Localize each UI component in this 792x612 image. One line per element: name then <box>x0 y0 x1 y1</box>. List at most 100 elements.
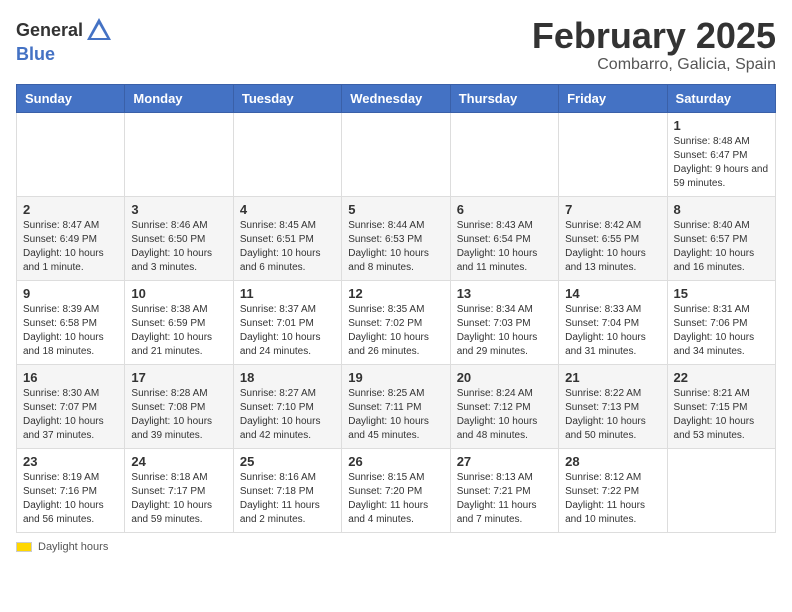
calendar-cell: 17 Sunrise: 8:28 AM Sunset: 7:08 PM Dayli… <box>125 364 233 448</box>
calendar-cell <box>17 112 125 196</box>
daylight-label: Daylight hours <box>38 541 108 553</box>
calendar-week-row: 23Sunrise: 8:19 AM Sunset: 7:16 PM Dayli… <box>17 448 776 532</box>
calendar-cell: 6 Sunrise: 8:43 AM Sunset: 6:54 PM Daylig… <box>450 196 558 280</box>
calendar-cell: 10Sunrise: 8:38 AM Sunset: 6:59 PM Dayli… <box>125 280 233 364</box>
day-info: Sunrise: 8:16 AM Sunset: 7:18 PM Dayligh… <box>240 471 335 527</box>
calendar-cell: 13 Sunrise: 8:34 AM Sunset: 7:03 PM Dayli… <box>450 280 558 364</box>
calendar-header-monday: Monday <box>125 84 233 112</box>
calendar-cell: 11 Sunrise: 8:37 AM Sunset: 7:01 PM Dayli… <box>233 280 341 364</box>
day-number: 10 <box>131 286 226 301</box>
day-number: 5 <box>348 202 443 217</box>
day-number: 17 <box>131 370 226 385</box>
day-number: 2 <box>23 202 118 217</box>
day-number: 15 <box>674 286 769 301</box>
day-number: 20 <box>457 370 552 385</box>
calendar-cell: 28 Sunrise: 8:12 AM Sunset: 7:22 PM Dayli… <box>559 448 667 532</box>
day-info: Sunrise: 8:28 AM Sunset: 7:08 PM Dayligh… <box>131 387 226 443</box>
day-number: 16 <box>23 370 118 385</box>
calendar-cell: 12 Sunrise: 8:35 AM Sunset: 7:02 PM Dayli… <box>342 280 450 364</box>
calendar-week-row: 16 Sunrise: 8:30 AM Sunset: 7:07 PM Dayli… <box>17 364 776 448</box>
day-info: Sunrise: 8:12 AM Sunset: 7:22 PM Dayligh… <box>565 471 660 527</box>
day-info: Sunrise: 8:18 AM Sunset: 7:17 PM Dayligh… <box>131 471 226 527</box>
day-info: Sunrise: 8:15 AM Sunset: 7:20 PM Dayligh… <box>348 471 443 527</box>
day-number: 11 <box>240 286 335 301</box>
logo-text: General Blue <box>16 16 113 65</box>
day-number: 25 <box>240 454 335 469</box>
calendar-cell: 26 Sunrise: 8:15 AM Sunset: 7:20 PM Dayli… <box>342 448 450 532</box>
footer-note: Daylight hours <box>16 541 776 553</box>
calendar-header-sunday: Sunday <box>17 84 125 112</box>
daylight-bar-icon <box>16 542 32 552</box>
day-info: Sunrise: 8:43 AM Sunset: 6:54 PM Dayligh… <box>457 219 552 275</box>
day-number: 22 <box>674 370 769 385</box>
calendar-cell: 23Sunrise: 8:19 AM Sunset: 7:16 PM Dayli… <box>17 448 125 532</box>
day-info: Sunrise: 8:44 AM Sunset: 6:53 PM Dayligh… <box>348 219 443 275</box>
day-number: 19 <box>348 370 443 385</box>
day-number: 14 <box>565 286 660 301</box>
day-info: Sunrise: 8:33 AM Sunset: 7:04 PM Dayligh… <box>565 303 660 359</box>
calendar-week-row: 9 Sunrise: 8:39 AM Sunset: 6:58 PM Daylig… <box>17 280 776 364</box>
day-number: 8 <box>674 202 769 217</box>
day-info: Sunrise: 8:34 AM Sunset: 7:03 PM Dayligh… <box>457 303 552 359</box>
calendar-header-wednesday: Wednesday <box>342 84 450 112</box>
calendar-table: SundayMondayTuesdayWednesdayThursdayFrid… <box>16 84 776 533</box>
calendar-cell: 4 Sunrise: 8:45 AM Sunset: 6:51 PM Daylig… <box>233 196 341 280</box>
logo-triangle-icon <box>85 16 113 44</box>
calendar-cell: 8 Sunrise: 8:40 AM Sunset: 6:57 PM Daylig… <box>667 196 775 280</box>
calendar-cell <box>450 112 558 196</box>
day-info: Sunrise: 8:24 AM Sunset: 7:12 PM Dayligh… <box>457 387 552 443</box>
day-info: Sunrise: 8:42 AM Sunset: 6:55 PM Dayligh… <box>565 219 660 275</box>
day-number: 6 <box>457 202 552 217</box>
calendar-cell: 25 Sunrise: 8:16 AM Sunset: 7:18 PM Dayli… <box>233 448 341 532</box>
day-number: 21 <box>565 370 660 385</box>
day-info: Sunrise: 8:27 AM Sunset: 7:10 PM Dayligh… <box>240 387 335 443</box>
day-number: 28 <box>565 454 660 469</box>
location: Combarro, Galicia, Spain <box>532 56 776 74</box>
day-number: 9 <box>23 286 118 301</box>
calendar-cell: 15 Sunrise: 8:31 AM Sunset: 7:06 PM Dayli… <box>667 280 775 364</box>
day-info: Sunrise: 8:46 AM Sunset: 6:50 PM Dayligh… <box>131 219 226 275</box>
day-info: Sunrise: 8:25 AM Sunset: 7:11 PM Dayligh… <box>348 387 443 443</box>
logo: General Blue <box>16 16 113 65</box>
day-info: Sunrise: 8:48 AM Sunset: 6:47 PM Dayligh… <box>674 135 769 191</box>
calendar-header-row: SundayMondayTuesdayWednesdayThursdayFrid… <box>17 84 776 112</box>
day-number: 23 <box>23 454 118 469</box>
calendar-cell: 1 Sunrise: 8:48 AM Sunset: 6:47 PM Daylig… <box>667 112 775 196</box>
day-number: 7 <box>565 202 660 217</box>
day-info: Sunrise: 8:21 AM Sunset: 7:15 PM Dayligh… <box>674 387 769 443</box>
day-number: 26 <box>348 454 443 469</box>
calendar-cell <box>233 112 341 196</box>
day-number: 4 <box>240 202 335 217</box>
calendar-cell: 2 Sunrise: 8:47 AM Sunset: 6:49 PM Daylig… <box>17 196 125 280</box>
day-info: Sunrise: 8:45 AM Sunset: 6:51 PM Dayligh… <box>240 219 335 275</box>
calendar-cell: 18 Sunrise: 8:27 AM Sunset: 7:10 PM Dayli… <box>233 364 341 448</box>
day-info: Sunrise: 8:37 AM Sunset: 7:01 PM Dayligh… <box>240 303 335 359</box>
calendar-cell: 16 Sunrise: 8:30 AM Sunset: 7:07 PM Dayli… <box>17 364 125 448</box>
calendar-cell: 14 Sunrise: 8:33 AM Sunset: 7:04 PM Dayli… <box>559 280 667 364</box>
day-info: Sunrise: 8:35 AM Sunset: 7:02 PM Dayligh… <box>348 303 443 359</box>
day-number: 27 <box>457 454 552 469</box>
day-info: Sunrise: 8:40 AM Sunset: 6:57 PM Dayligh… <box>674 219 769 275</box>
day-info: Sunrise: 8:47 AM Sunset: 6:49 PM Dayligh… <box>23 219 118 275</box>
calendar-cell <box>667 448 775 532</box>
day-number: 18 <box>240 370 335 385</box>
day-number: 24 <box>131 454 226 469</box>
day-info: Sunrise: 8:31 AM Sunset: 7:06 PM Dayligh… <box>674 303 769 359</box>
calendar-header-saturday: Saturday <box>667 84 775 112</box>
calendar-week-row: 2 Sunrise: 8:47 AM Sunset: 6:49 PM Daylig… <box>17 196 776 280</box>
calendar-cell: 27Sunrise: 8:13 AM Sunset: 7:21 PM Dayli… <box>450 448 558 532</box>
month-year: February 2025 <box>532 16 776 56</box>
calendar-cell <box>342 112 450 196</box>
day-info: Sunrise: 8:22 AM Sunset: 7:13 PM Dayligh… <box>565 387 660 443</box>
calendar-cell: 24 Sunrise: 8:18 AM Sunset: 7:17 PM Dayli… <box>125 448 233 532</box>
day-number: 13 <box>457 286 552 301</box>
calendar-cell: 21 Sunrise: 8:22 AM Sunset: 7:13 PM Dayli… <box>559 364 667 448</box>
day-info: Sunrise: 8:30 AM Sunset: 7:07 PM Dayligh… <box>23 387 118 443</box>
day-number: 3 <box>131 202 226 217</box>
day-number: 1 <box>674 118 769 133</box>
page-header: General Blue February 2025 Combarro, Gal… <box>16 16 776 74</box>
calendar-header-thursday: Thursday <box>450 84 558 112</box>
day-number: 12 <box>348 286 443 301</box>
day-info: Sunrise: 8:39 AM Sunset: 6:58 PM Dayligh… <box>23 303 118 359</box>
calendar-cell: 19 Sunrise: 8:25 AM Sunset: 7:11 PM Dayli… <box>342 364 450 448</box>
